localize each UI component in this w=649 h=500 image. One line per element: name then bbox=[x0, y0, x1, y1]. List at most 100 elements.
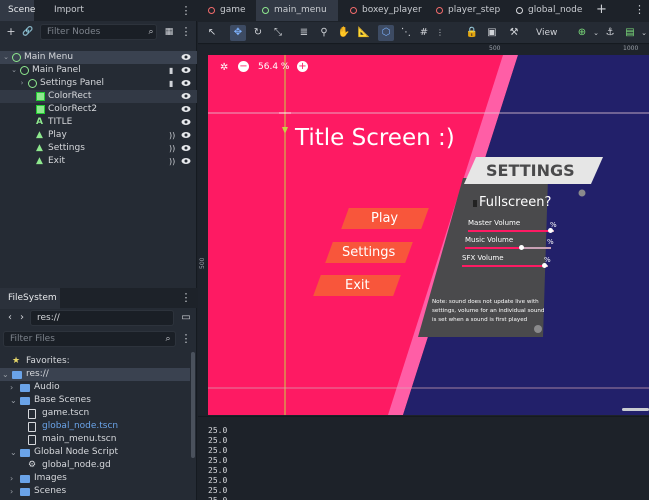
viewport-scrollbar[interactable] bbox=[622, 408, 649, 411]
close-icon[interactable] bbox=[534, 325, 542, 333]
visibility-eye-icon[interactable] bbox=[181, 117, 191, 127]
fs-scrollbar[interactable] bbox=[191, 352, 195, 458]
ruler-tool-icon[interactable]: 📐 bbox=[356, 25, 372, 41]
file-item[interactable]: › Audio bbox=[0, 381, 190, 394]
zoom-out-icon[interactable]: − bbox=[238, 61, 249, 72]
tree-node[interactable]: ColorRect2 bbox=[0, 103, 197, 116]
rotate-tool-icon[interactable]: ↻ bbox=[250, 25, 266, 41]
pan-tool-icon[interactable]: ✋ bbox=[336, 25, 352, 41]
editor-tab[interactable]: game bbox=[202, 0, 254, 21]
signal-icon[interactable]: )) bbox=[169, 142, 178, 153]
canvas-viewport[interactable]: 500 1000 500 ✲ − 56.4 % + Title Screen :… bbox=[198, 45, 649, 415]
signal-icon[interactable]: )) bbox=[169, 155, 178, 166]
lock-icon[interactable]: 🔒 bbox=[464, 25, 480, 41]
visibility-eye-icon[interactable] bbox=[181, 52, 191, 62]
signal-icon[interactable]: )) bbox=[169, 129, 178, 140]
volume-slider[interactable] bbox=[468, 228, 554, 233]
chevron-right-icon[interactable]: › bbox=[10, 381, 13, 394]
grid-snap-icon[interactable]: # bbox=[416, 25, 432, 41]
list-tool-icon[interactable]: ≣ bbox=[296, 25, 312, 41]
tab-scene[interactable]: Scene bbox=[0, 0, 35, 21]
fs-filter-menu-icon[interactable]: ⋮ bbox=[178, 331, 194, 347]
script-icon[interactable]: ▮ bbox=[169, 64, 178, 75]
editor-tab[interactable]: player_step bbox=[430, 0, 506, 21]
tree-node[interactable]: ▲ Play)) bbox=[0, 129, 197, 142]
volume-slider[interactable] bbox=[465, 245, 551, 250]
visibility-eye-icon[interactable] bbox=[181, 78, 191, 88]
group-icon[interactable]: ▣ bbox=[484, 25, 500, 41]
scene-menu-icon[interactable]: ⋮ bbox=[178, 24, 194, 40]
tree-node[interactable]: › Settings Panel ▮ bbox=[0, 77, 197, 90]
anchor-icon[interactable]: ⚓ bbox=[602, 25, 618, 41]
tree-node[interactable]: A TITLE bbox=[0, 116, 197, 129]
chevron-right-icon[interactable]: › bbox=[10, 485, 13, 498]
chevron-down-icon[interactable]: ⌄ bbox=[2, 368, 9, 381]
settings-button[interactable]: Settings bbox=[325, 242, 413, 263]
file-item[interactable]: main_menu.tscn bbox=[0, 433, 190, 446]
file-item[interactable]: ⌄ Global Node Script bbox=[0, 446, 190, 459]
add-node-icon[interactable]: + bbox=[3, 24, 19, 40]
split-view-icon[interactable]: ▭ bbox=[178, 310, 194, 326]
editor-tab[interactable]: main_menu bbox=[256, 0, 338, 21]
tree-node[interactable]: ▲ Settings)) bbox=[0, 142, 197, 155]
visibility-eye-icon[interactable] bbox=[181, 104, 191, 114]
chevron-right-icon[interactable]: › bbox=[18, 77, 26, 90]
file-item[interactable]: › Scenes bbox=[0, 485, 190, 498]
tab-import[interactable]: Import bbox=[46, 0, 92, 21]
tab-filesystem[interactable]: FileSystem bbox=[0, 288, 60, 309]
file-item[interactable]: › Images bbox=[0, 472, 190, 485]
tree-node[interactable]: ⌄ Main Panel ▮ bbox=[0, 64, 197, 77]
fs-menu-icon[interactable]: ⋮ bbox=[178, 290, 194, 306]
snap-menu-icon[interactable]: ⋮ bbox=[432, 25, 448, 41]
chevron-right-icon[interactable]: › bbox=[10, 472, 13, 485]
slider-knob[interactable] bbox=[547, 228, 553, 233]
script-icon[interactable]: ▮ bbox=[169, 77, 178, 88]
tree-node[interactable]: ⌄ Main Menu bbox=[0, 51, 197, 64]
view-menu[interactable]: View bbox=[536, 25, 557, 41]
dock-menu-icon[interactable]: ⋮ bbox=[178, 3, 194, 19]
chevron-down-icon[interactable]: ⌄ bbox=[636, 25, 649, 41]
editor-tab[interactable]: boxey_player bbox=[344, 0, 424, 21]
file-item[interactable]: ⚙ global_node.gd bbox=[0, 459, 190, 472]
chevron-down-icon[interactable]: ⌄ bbox=[10, 446, 17, 459]
bone-icon[interactable]: ⚒ bbox=[506, 25, 522, 41]
file-item[interactable]: global_node.tscn bbox=[0, 420, 190, 433]
tree-node[interactable]: ▲ Exit)) bbox=[0, 155, 197, 168]
link-icon[interactable]: 🔗 bbox=[20, 24, 36, 40]
visibility-eye-icon[interactable] bbox=[181, 91, 191, 101]
chevron-down-icon[interactable]: ⌄ bbox=[10, 394, 17, 407]
zoom-reset-icon[interactable]: ✲ bbox=[220, 62, 228, 73]
visibility-eye-icon[interactable] bbox=[181, 156, 191, 166]
file-item[interactable]: ⌄ Base Scenes bbox=[0, 394, 190, 407]
tabs-menu-icon[interactable]: ⋮ bbox=[634, 2, 645, 18]
volume-slider[interactable] bbox=[462, 263, 548, 268]
move-tool-icon[interactable]: ✥ bbox=[230, 25, 246, 41]
tree-node[interactable]: ColorRect bbox=[0, 90, 197, 103]
chevron-down-icon[interactable]: ⌄ bbox=[2, 51, 10, 64]
smart-snap-icon[interactable]: ⋱ bbox=[398, 25, 414, 41]
visibility-eye-icon[interactable] bbox=[181, 65, 191, 75]
slider-knob[interactable] bbox=[541, 263, 547, 268]
pivot-tool-icon[interactable]: ⚲ bbox=[316, 25, 332, 41]
select-tool-icon[interactable]: ↖ bbox=[204, 25, 220, 41]
scale-tool-icon[interactable]: ⤡ bbox=[270, 25, 286, 41]
play-button[interactable]: Play bbox=[341, 208, 429, 229]
script-icon[interactable]: ▦ bbox=[161, 24, 177, 40]
chevron-down-icon[interactable]: ⌄ bbox=[10, 64, 18, 77]
fullscreen-checkbox[interactable] bbox=[473, 200, 477, 207]
editor-tab[interactable]: global_node bbox=[510, 0, 590, 21]
filter-nodes-input[interactable]: Filter Nodes bbox=[40, 24, 157, 40]
file-item[interactable]: ⌄ res:// bbox=[0, 368, 190, 381]
zoom-level[interactable]: 56.4 % bbox=[258, 62, 289, 72]
filter-files-input[interactable]: Filter Files bbox=[3, 331, 176, 347]
file-item[interactable]: game.tscn bbox=[0, 407, 190, 420]
visibility-eye-icon[interactable] bbox=[181, 143, 191, 153]
forward-icon[interactable]: › bbox=[14, 310, 30, 326]
visibility-eye-icon[interactable] bbox=[181, 130, 191, 140]
add-tab-icon[interactable]: + bbox=[596, 2, 610, 18]
zoom-in-icon[interactable]: + bbox=[297, 61, 308, 72]
slider-knob[interactable] bbox=[518, 245, 524, 250]
exit-button[interactable]: Exit bbox=[313, 275, 401, 296]
fs-path-input[interactable]: res:// bbox=[30, 310, 174, 326]
snap-toggle-icon[interactable]: ⬡ bbox=[378, 25, 394, 41]
